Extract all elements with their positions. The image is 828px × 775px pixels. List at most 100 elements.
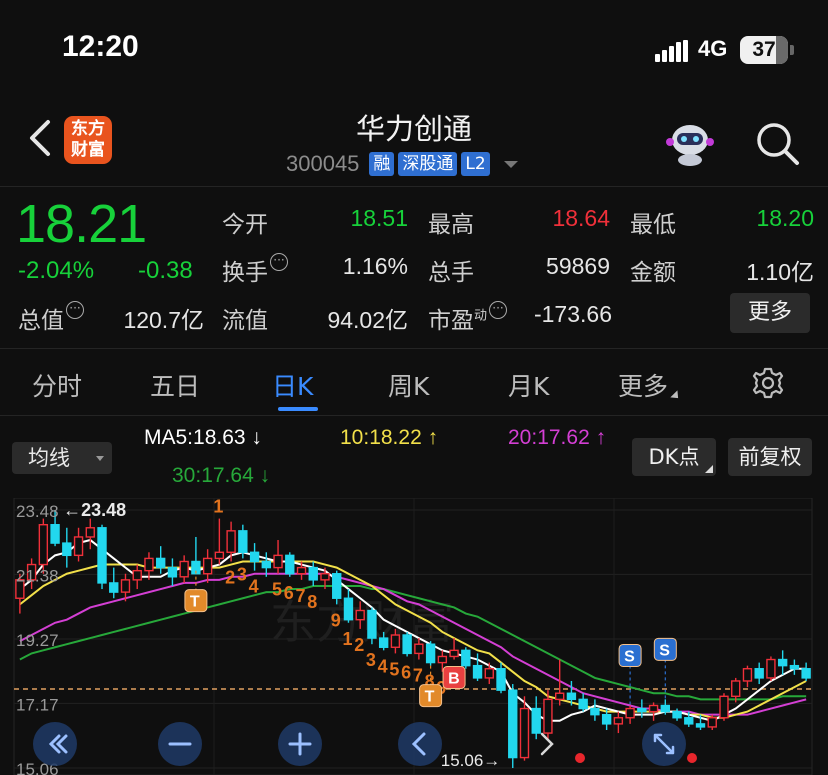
candle-body [332,573,342,599]
fast-back-circle [33,722,77,766]
zoom-in-button[interactable] [278,722,322,766]
candle [109,567,119,599]
candle [742,665,753,688]
candle-body [179,560,189,578]
candle [648,702,659,721]
battery-level: 37 [752,38,776,61]
candle-body [754,668,764,679]
y-tick-label: 21.38 [16,566,59,585]
battery-icon: 37 [740,36,788,64]
td-count-label: 6 [284,583,294,603]
candle [73,527,84,562]
change-percent: -2.04% [18,257,95,284]
tag-margin: 融 [369,152,395,176]
candle [144,552,154,580]
candle-body [62,542,72,557]
candle-body [355,609,365,621]
td-count-label: 6 [401,662,411,682]
signal-text: S [624,648,635,665]
tab-intraday[interactable]: 分时 [32,367,82,403]
forward-adjust-button[interactable]: 前复权 [728,438,812,476]
chevron-down-icon[interactable] [503,160,518,168]
candle-body [613,717,624,725]
more-button[interactable]: 更多 [730,293,810,333]
candle [508,684,518,768]
td-count-label: 4 [378,656,388,676]
td-count-label: 3 [237,564,247,584]
td-count-label: 1 [342,629,352,649]
signal-marker-S: S [653,637,677,700]
candle [777,650,788,675]
event-dot [687,753,697,763]
chevron-down-icon [670,390,682,402]
candle [308,561,318,586]
gear-icon[interactable] [750,365,786,401]
info-icon[interactable]: ··· [270,253,288,271]
candle [461,647,471,669]
candle [590,699,600,721]
tab-more[interactable]: 更多 [618,367,682,403]
corner-indicator [705,465,713,473]
candle-body [789,664,800,670]
battery-tip [790,45,794,55]
zoom-out-button[interactable] [158,722,202,766]
float-value: 94.02亿 [327,307,408,333]
candle-body [707,717,717,728]
expand-button[interactable] [642,722,686,766]
candle [179,555,189,583]
change-amount: -0.38 [138,257,193,284]
signal-text: T [190,594,200,611]
indicator-select[interactable]: 均线 [12,442,112,474]
info-icon[interactable]: ··· [66,301,84,319]
dk-point-button[interactable]: DK点 [632,438,716,476]
candle [85,518,95,550]
signal-icon [655,40,689,62]
candle-body [238,530,248,553]
stock-subtitle[interactable]: 300045 融 深股通 L2 [286,150,518,178]
kline-chart[interactable]: 东方财富123456789123456789TTBSS23.4821.3819.… [0,498,828,775]
tab-monthly-k[interactable]: 月K [508,367,549,403]
tab-weekly-k[interactable]: 周K [388,367,429,403]
candle-body [519,707,530,759]
candle-body [578,698,588,710]
fast-back-button[interactable] [33,722,77,766]
signal-text: B [448,671,460,688]
tab-five-day[interactable]: 五日 [150,367,200,403]
kline-svg[interactable]: 东方财富123456789123456789TTBSS23.4821.3819.… [0,498,828,775]
search-icon[interactable] [752,118,802,168]
candle-body [308,566,318,581]
candle [132,564,142,590]
ma30-arrow: ↓ [259,464,271,487]
y-tick-label: 19.27 [16,631,59,650]
quote-panel: 18.21 -2.04% -0.38 今开 18.51 最高 18.64 最低 … [0,186,828,346]
indicator-select-value: 均线 [28,446,70,470]
info-icon[interactable]: ··· [489,301,508,319]
pe-value: -173.66 [533,301,612,327]
candle-body [261,560,271,569]
robot-assistant-icon[interactable] [664,118,716,168]
candle-body [472,664,483,679]
candle [367,607,377,645]
candle-body [425,643,436,664]
nav-bar: 东方 财富 华力创通 300045 融 深股通 L2 [0,100,828,184]
ma20-value: 20:17.62 [508,426,590,449]
candle [191,536,201,575]
candle-body [97,527,107,584]
candle-body [684,717,694,725]
high-label: 最高 [428,212,474,238]
volume-label: 总手 [428,260,474,286]
candle [249,543,260,571]
candle-body [543,698,553,734]
candle [167,558,178,586]
signal-text: T [425,689,435,706]
network-label: 4G [698,36,728,61]
tab-daily-k[interactable]: 日K [272,367,313,403]
candle [273,540,283,574]
y-tick-label: 23.48 [16,502,59,521]
prev-button[interactable] [398,722,442,766]
candle-body [531,707,541,734]
candle [754,662,764,685]
pe-label-text: 市盈 [428,308,474,334]
candle-body [449,649,459,658]
amount-label: 金额 [630,260,676,286]
